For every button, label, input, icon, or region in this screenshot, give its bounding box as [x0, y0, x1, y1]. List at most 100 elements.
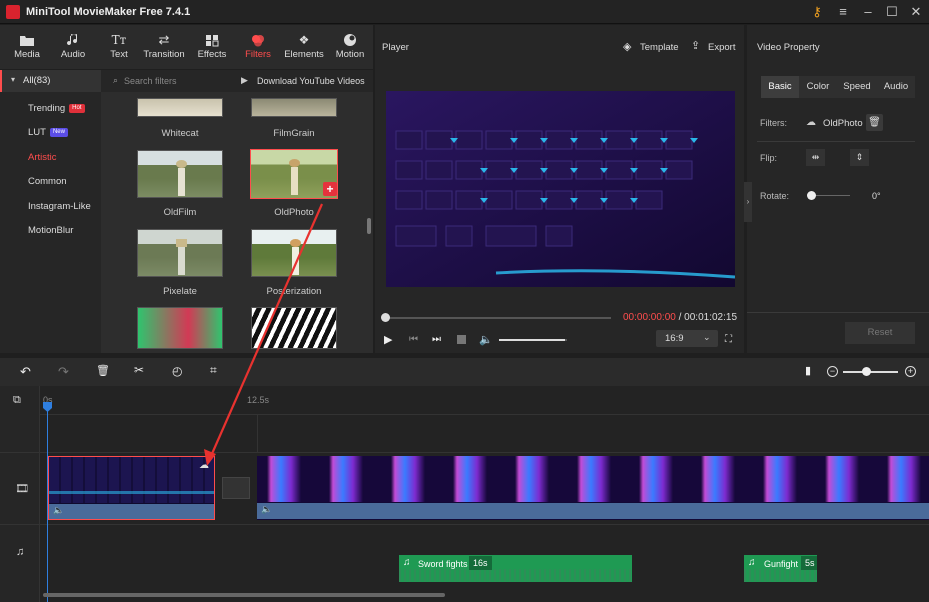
reset-button[interactable]: Reset	[845, 322, 915, 344]
filter-label: OldFilm	[163, 207, 197, 218]
tab-media[interactable]: Media	[4, 25, 50, 69]
rotate-knob[interactable]	[807, 191, 816, 200]
filter-thumb-oldfilm[interactable]	[137, 150, 223, 198]
category-instagram-like[interactable]: Instagram-Like	[0, 196, 101, 218]
collapse-panel-toggle[interactable]: ›	[744, 182, 752, 222]
tab-audio-property[interactable]: Audio	[877, 76, 915, 98]
playhead-handle-icon[interactable]	[43, 402, 52, 412]
transition-slot[interactable]	[222, 477, 250, 499]
key-icon[interactable]: ⚷	[808, 3, 826, 21]
redo-icon[interactable]: ↷	[58, 364, 69, 380]
next-frame-button[interactable]: ⏭	[432, 334, 441, 345]
tab-basic[interactable]: Basic	[761, 76, 799, 98]
aspect-ratio-value: 16:9	[665, 333, 684, 344]
video-clip-gamepad[interactable]: 🔈	[257, 456, 929, 520]
timeline-playhead[interactable]	[47, 402, 48, 602]
export-button[interactable]: Export	[708, 42, 735, 53]
playback-track[interactable]	[385, 317, 611, 319]
toolbox-tabs: Media Audio Tт Text ⇄ Transition Effects…	[0, 25, 373, 69]
filter-thumb-posterization[interactable]	[251, 229, 337, 277]
property-tabs: Basic Color Speed Audio	[761, 76, 915, 98]
category-artistic[interactable]: Artistic	[0, 147, 101, 169]
volume-slider[interactable]	[499, 339, 567, 341]
delete-icon[interactable]: 🗑	[96, 364, 110, 377]
undo-icon[interactable]: ↶	[20, 364, 31, 380]
chevron-down-icon: ⌄	[703, 332, 711, 342]
volume-icon[interactable]: 🔈	[479, 333, 493, 346]
app-title: MiniTool MovieMaker Free 7.4.1	[26, 6, 191, 18]
add-track-icon[interactable]: ⧉	[13, 394, 21, 407]
close-button[interactable]: ✕	[907, 3, 925, 21]
flip-vertical-button[interactable]: ⇕	[850, 149, 869, 166]
divider	[257, 414, 258, 452]
split-icon[interactable]: ✂	[134, 363, 144, 377]
category-label: Artistic	[28, 152, 57, 163]
clip-volume-icon[interactable]: 🔈	[261, 504, 272, 515]
category-label: MotionBlur	[28, 225, 74, 236]
prev-frame-button[interactable]: ⏮	[409, 334, 418, 345]
flip-horizontal-button[interactable]: ⇹	[806, 149, 825, 166]
filter-thumb-next[interactable]	[137, 307, 223, 349]
tab-speed[interactable]: Speed	[837, 76, 877, 98]
fit-timeline-icon[interactable]: ▮	[805, 364, 811, 377]
divider	[0, 452, 929, 453]
tab-motion[interactable]: Motion	[327, 25, 373, 69]
ruler-label: 12.5s	[247, 395, 270, 405]
download-youtube-link[interactable]: Download YouTube Videos	[257, 76, 365, 86]
tab-audio[interactable]: Audio	[50, 25, 96, 69]
remove-filter-button[interactable]: 🗑	[866, 114, 883, 131]
menu-icon[interactable]: ≡	[834, 3, 852, 21]
video-preview	[386, 91, 735, 287]
tab-transition[interactable]: ⇄ Transition	[142, 25, 186, 69]
category-label: LUT	[28, 127, 46, 138]
filter-thumb-filmgrain[interactable]	[251, 98, 337, 117]
category-all[interactable]: ▾ All(83)	[0, 70, 101, 92]
minimize-button[interactable]: –	[859, 3, 877, 21]
category-lut[interactable]: LUT New	[0, 122, 101, 144]
add-filter-button[interactable]: +	[323, 182, 337, 196]
category-motionblur[interactable]: MotionBlur	[0, 220, 101, 242]
maximize-button[interactable]: ☐	[883, 3, 901, 21]
filter-label: OldPhoto	[274, 207, 314, 218]
filter-thumb-pixelate[interactable]	[137, 229, 223, 277]
zoom-in-button[interactable]: +	[905, 366, 916, 377]
filter-thumb-next[interactable]	[251, 307, 337, 349]
timeline-scrollbar[interactable]	[43, 593, 445, 597]
speed-icon[interactable]: ◴	[172, 364, 182, 378]
zoom-out-button[interactable]: −	[827, 366, 838, 377]
play-button[interactable]: ▶	[384, 333, 392, 346]
rotate-slider[interactable]	[810, 195, 850, 196]
category-common[interactable]: Common	[0, 171, 101, 193]
tab-color[interactable]: Color	[799, 76, 837, 98]
video-property-panel: › Video Property Basic Color Speed Audio…	[744, 25, 929, 353]
audio-clip-sword-fights[interactable]: ♫ Sword fights 16s	[399, 555, 632, 582]
filter-thumb-whitecat[interactable]	[137, 98, 223, 117]
search-filters-input[interactable]: Search filters	[124, 76, 177, 86]
filter-search-bar: ⌕ Search filters ▶ Download YouTube Vide…	[101, 70, 373, 92]
crop-icon[interactable]: ⌗	[210, 363, 217, 378]
stop-button[interactable]	[457, 335, 466, 344]
total-time: 00:01:02:15	[684, 312, 737, 323]
clip-volume-icon[interactable]: 🔈	[53, 505, 64, 516]
applied-filter-name: OldPhoto	[823, 118, 863, 129]
aspect-ratio-select[interactable]: 16:9 ⌄	[656, 330, 718, 347]
category-trending[interactable]: Trending Hot	[0, 98, 101, 120]
fullscreen-icon[interactable]: ⛶	[725, 334, 732, 345]
rotate-value: 0°	[872, 191, 881, 201]
gallery-scrollbar[interactable]	[367, 218, 371, 234]
tab-effects[interactable]: Effects	[189, 25, 235, 69]
tab-text[interactable]: Tт Text	[96, 25, 142, 69]
audio-clip-gunfight[interactable]: ♫ Gunfight 5s	[744, 555, 817, 582]
timeline: ⧉ 🎞 ♫ 0s 12.5s 🔈 ☁ 🔈 ♫ Sword fights 16s …	[0, 386, 929, 602]
flip-label: Flip:	[760, 153, 778, 163]
filter-thumb-oldphoto[interactable]: +	[250, 149, 338, 199]
tab-effects-label: Effects	[197, 49, 227, 60]
playhead-handle[interactable]	[381, 313, 390, 322]
video-clip-keyboard[interactable]: 🔈 ☁	[48, 456, 215, 520]
tab-elements[interactable]: ❖ Elements	[281, 25, 327, 69]
zoom-knob[interactable]	[862, 367, 871, 376]
tab-filters[interactable]: Filters	[235, 25, 281, 69]
title-bar: MiniTool MovieMaker Free 7.4.1 ⚷ ≡ – ☐ ✕	[0, 0, 929, 24]
player-panel: Player ◈ Template ⇪ Export 00:00:00:00 /…	[375, 25, 744, 353]
template-button[interactable]: Template	[640, 42, 679, 53]
